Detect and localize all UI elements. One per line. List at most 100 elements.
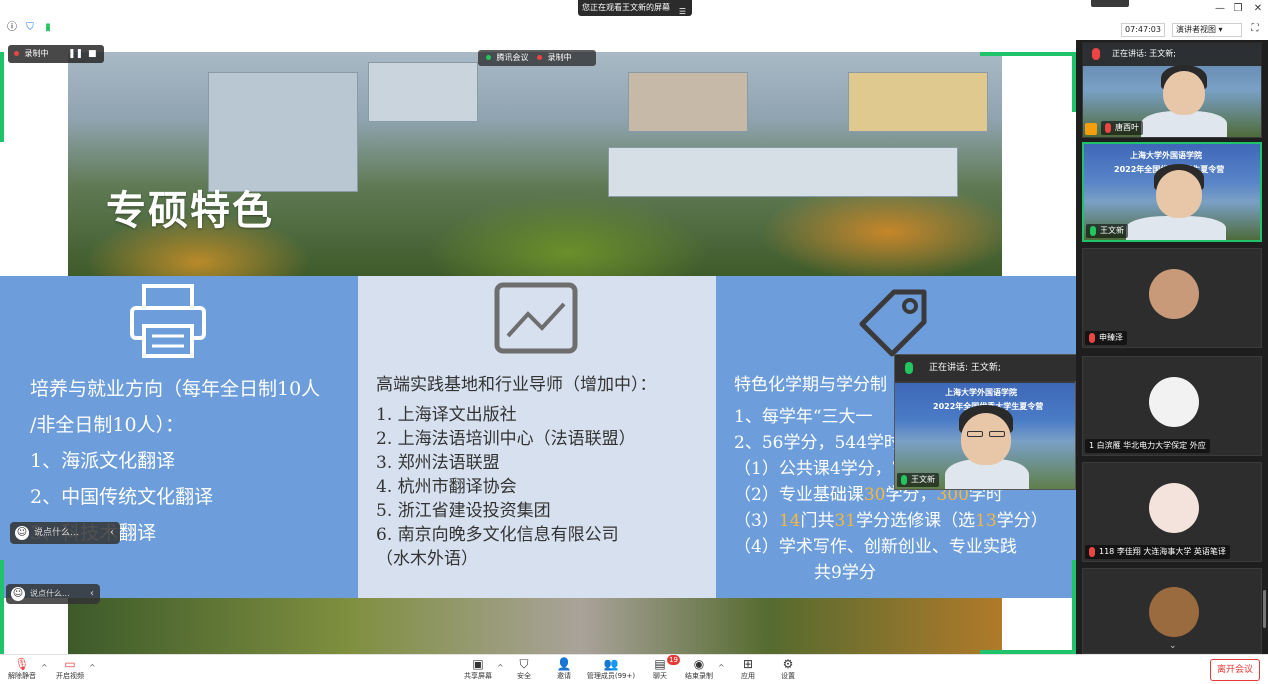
chat-button[interactable]: ▤ 19 聊天 (646, 655, 680, 684)
credits-text: 门共 (800, 511, 835, 531)
slide-bottom-photo (68, 598, 1002, 654)
start-video-label: 开启视频 (56, 672, 84, 680)
chat-quick-input-secondary[interactable]: ☺ 说点什么... ‹ (6, 584, 100, 604)
members-icon: 👥 (603, 657, 619, 671)
top-bar: ⓘ ⛉ ▮ 您正在观看王文新的屏幕 ☰ — ❐ ✕ 07:47:03 演讲者视图… (0, 0, 1268, 40)
end-recording-button[interactable]: ◉ 结束录制 (684, 657, 714, 684)
share-screen-button[interactable]: ▣ 共享屏幕 (462, 657, 494, 684)
chat-quick-input[interactable]: ☺ 说点什么... ‹ (10, 522, 120, 544)
leave-meeting-button[interactable]: 离开会议 (1210, 659, 1260, 681)
participant-tile[interactable]: ⌄ (1082, 568, 1262, 654)
mic-off-icon: 🎙 (14, 657, 30, 671)
invite-button[interactable]: 👤 邀请 (550, 657, 578, 684)
building-image (208, 72, 358, 192)
participant-name: 王文新 (1100, 226, 1124, 235)
chat-placeholder: 说点什么... (30, 589, 70, 598)
speaker-name: 王文新 (911, 475, 935, 484)
participant-name: 申臻泽 (1099, 333, 1123, 342)
practice-item: 4. 杭州市翻译协会 (376, 477, 517, 497)
tag-icon (859, 289, 927, 357)
mic-icon (1090, 226, 1096, 236)
close-icon[interactable]: ✕ (1250, 2, 1266, 16)
viewing-banner: 您正在观看王文新的屏幕 ☰ (578, 0, 692, 16)
slide-title: 专硕特色 (106, 188, 274, 234)
fullscreen-icon[interactable]: ⛶ (1248, 22, 1262, 36)
pause-icon[interactable]: ❚❚ (68, 45, 83, 63)
chevron-up-icon[interactable]: ^ (497, 663, 504, 672)
chevron-up-icon[interactable]: ^ (41, 663, 48, 672)
participant-image (1156, 170, 1202, 218)
security-button[interactable]: ⛉ 安全 (510, 657, 538, 684)
floating-speaker-video[interactable]: 正在讲话: 王文新; 上海大学外国语学院 2022年全国优秀大学生夏令营 王文新 (894, 354, 1076, 490)
share-screen-label: 共享屏幕 (464, 672, 492, 680)
training-line: 培养与就业方向（每年全日制10人 (30, 378, 321, 400)
share-frame-corner (980, 52, 1076, 56)
bottom-toolbar: 🎙 解除静音 ^ ▭ 开启视频 ^ ▣ 共享屏幕 ^ ⛉ 安全 👤 邀请 👥 管… (0, 654, 1268, 684)
speaker-name-tag: 王文新 (897, 473, 939, 487)
mic-off-icon (1089, 547, 1095, 557)
chevron-up-icon[interactable]: ^ (89, 663, 96, 672)
backdrop-banner-text: 上海大学外国语学院 (945, 388, 1017, 397)
minimize-icon[interactable]: — (1212, 2, 1228, 16)
participant-name-tag: 申臻泽 (1085, 331, 1127, 345)
credits-line: 2、56学分，544学时 (734, 433, 901, 453)
emoji-icon[interactable]: ☺ (15, 526, 29, 540)
viewing-banner-text: 您正在观看王文新的屏幕 (582, 3, 670, 12)
view-mode-label: 演讲者视图 ▾ (1176, 25, 1223, 34)
slide-column-training: 培养与就业方向（每年全日制10人 /非全日制10人）： 1、海派文化翻译 2、中… (0, 276, 358, 598)
share-frame-corner (0, 52, 4, 142)
building-image (368, 62, 478, 122)
invite-label: 邀请 (557, 672, 571, 680)
scrollbar[interactable] (1263, 590, 1266, 628)
participant-name: 唐酉叶 (1115, 123, 1139, 132)
meeting-window: ⓘ ⛉ ▮ 您正在观看王文新的屏幕 ☰ — ❐ ✕ 07:47:03 演讲者视图… (0, 0, 1268, 684)
signal-icon[interactable]: ▮ (42, 22, 54, 34)
practice-item: 3. 郑州法语联盟 (376, 453, 500, 473)
participant-tile[interactable]: 118 李佳翔 大连海事大学 英语笔译 (1082, 462, 1262, 562)
chevron-up-icon[interactable]: ^ (718, 663, 725, 672)
participant-tile[interactable]: 申臻泽 (1082, 248, 1262, 348)
meeting-status-icon (486, 55, 491, 60)
settings-button[interactable]: ⚙ 设置 (774, 657, 802, 684)
meeting-recording-label: 录制中 (547, 53, 572, 62)
view-mode-button[interactable]: 演讲者视图 ▾ (1172, 23, 1242, 37)
speaker-image (967, 431, 983, 437)
unmute-button[interactable]: 🎙 解除静音 (6, 657, 38, 684)
chevron-down-icon[interactable]: ⌄ (1169, 641, 1177, 651)
network-indicator (1091, 0, 1129, 7)
speaker-image (961, 413, 1011, 465)
add-user-icon: 👤 (556, 657, 572, 671)
apps-button[interactable]: ⊞ 应用 (734, 657, 762, 684)
stop-icon[interactable]: ■ (88, 45, 97, 63)
video-off-icon: ▭ (64, 657, 76, 671)
start-video-button[interactable]: ▭ 开启视频 (54, 657, 86, 684)
menu-icon[interactable]: ☰ (679, 4, 686, 20)
participant-tile[interactable]: 1 白滨雁 华北电力大学保定 外应 (1082, 356, 1262, 456)
chevron-left-icon[interactable]: ‹ (110, 522, 114, 544)
share-frame-corner (0, 560, 4, 654)
credits-text: （2）专业基础课 (734, 485, 864, 505)
credits-number: 31 (834, 511, 857, 531)
info-icon[interactable]: ⓘ (6, 22, 18, 34)
avatar (1149, 483, 1199, 533)
participant-image (1163, 71, 1205, 115)
practice-item: 5. 浙江省建设投资集团 (376, 501, 551, 521)
chevron-left-icon[interactable]: ‹ (90, 584, 94, 604)
speaker-video-frame: 上海大学外国语学院 2022年全国优秀大学生夏令营 王文新 (895, 383, 1075, 489)
shield-icon[interactable]: ⛉ (24, 22, 36, 34)
participant-tile-active[interactable]: 上海大学外国语学院 2022年全国优秀大学生夏令营 王文新 (1082, 142, 1262, 242)
restore-icon[interactable]: ❐ (1230, 2, 1246, 16)
apps-label: 应用 (741, 672, 755, 680)
gear-icon: ⚙ (782, 657, 794, 671)
credits-number: 30 (863, 485, 886, 505)
credits-text: 学分） (996, 511, 1048, 531)
record-icon: ◉ (693, 657, 705, 671)
chat-icon: ▤ 19 (654, 655, 680, 671)
emoji-icon[interactable]: ☺ (11, 587, 25, 601)
training-line: /非全日制10人）： (30, 414, 185, 436)
participant-name-tag: 118 李佳翔 大连海事大学 英语笔译 (1085, 545, 1230, 559)
manage-members-button[interactable]: 👥 管理成员(99+) (586, 657, 636, 684)
credits-line: （4）学术写作、创新创业、专业实践 (734, 537, 1017, 557)
practice-item: （水木外语） (376, 549, 478, 569)
credits-number: 14 (778, 511, 801, 531)
